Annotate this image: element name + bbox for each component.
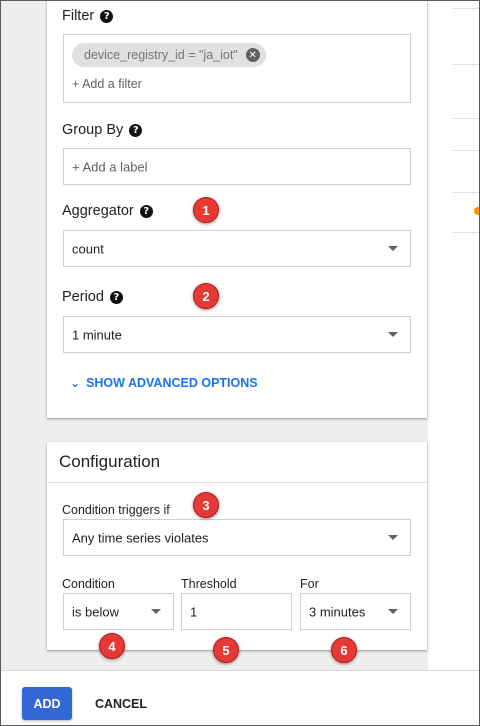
background-divider	[452, 192, 480, 193]
for-value: 3 minutes	[309, 604, 366, 619]
chevron-down-icon: ⌄	[70, 376, 81, 390]
footer-bar	[1, 670, 479, 725]
dropdown-arrow-icon	[388, 608, 398, 614]
add-filter-link[interactable]: + Add a filter	[72, 77, 142, 91]
dropdown-arrow-icon	[388, 245, 398, 251]
background-panel	[428, 0, 480, 670]
group-by-input[interactable]: + Add a label	[63, 148, 411, 185]
add-button[interactable]: ADD	[22, 687, 72, 720]
period-label: Period	[62, 289, 104, 305]
annotation-badge: 4	[99, 633, 125, 659]
aggregator-heading: Aggregator ?	[62, 203, 153, 219]
configuration-title: Configuration	[59, 452, 161, 471]
dropdown-arrow-icon	[388, 331, 398, 337]
group-by-label: Group By	[62, 122, 124, 138]
group-by-placeholder: + Add a label	[72, 159, 148, 174]
help-circle-icon[interactable]: ?	[100, 9, 114, 23]
background-divider	[452, 118, 480, 119]
annotation-badge: 5	[213, 637, 239, 663]
annotation-badge: 1	[193, 197, 219, 223]
filter-heading: Filter ?	[62, 8, 114, 24]
status-dot	[474, 207, 480, 215]
period-value: 1 minute	[72, 327, 122, 342]
show-advanced-options-button[interactable]: ⌄ SHOW ADVANCED OPTIONS	[70, 376, 258, 390]
background-divider	[452, 150, 480, 151]
condition-triggers-value: Any time series violates	[72, 530, 209, 545]
dropdown-arrow-icon	[151, 608, 161, 614]
condition-triggers-select[interactable]: Any time series violates	[63, 519, 411, 556]
condition-select[interactable]: is below	[63, 593, 174, 630]
background-divider	[452, 232, 480, 233]
background-divider	[452, 8, 480, 9]
configuration-divider	[47, 482, 427, 483]
aggregator-select[interactable]: count	[63, 230, 411, 267]
for-select[interactable]: 3 minutes	[300, 593, 411, 630]
annotation-badge: 6	[331, 637, 357, 663]
aggregator-label: Aggregator	[62, 203, 134, 219]
filter-chip-text: device_registry_id = "ja_iot"	[84, 48, 238, 62]
group-by-heading: Group By ?	[62, 122, 143, 138]
filter-chip[interactable]: device_registry_id = "ja_iot" ✕	[72, 43, 266, 67]
show-advanced-options-label: SHOW ADVANCED OPTIONS	[86, 376, 258, 390]
dropdown-arrow-icon	[388, 534, 398, 540]
period-select[interactable]: 1 minute	[63, 316, 411, 353]
annotation-badge: 3	[193, 492, 219, 518]
filter-field[interactable]: device_registry_id = "ja_iot" ✕ + Add a …	[63, 34, 411, 103]
period-heading: Period ?	[62, 289, 123, 305]
aggregator-value: count	[72, 241, 104, 256]
threshold-input[interactable]: 1	[181, 593, 292, 630]
close-circle-icon[interactable]: ✕	[245, 48, 260, 62]
annotation-badge: 2	[193, 283, 219, 309]
threshold-value: 1	[190, 604, 198, 619]
help-circle-icon[interactable]: ?	[109, 290, 123, 304]
help-circle-icon[interactable]: ?	[129, 123, 143, 137]
background-divider	[452, 64, 480, 65]
condition-label: Condition	[62, 577, 115, 591]
for-label: For	[300, 577, 319, 591]
condition-triggers-label: Condition triggers if	[62, 503, 170, 517]
condition-value: is below	[72, 604, 119, 619]
cancel-button[interactable]: CANCEL	[88, 687, 154, 720]
help-circle-icon[interactable]: ?	[139, 204, 153, 218]
filter-label: Filter	[62, 8, 95, 24]
threshold-label: Threshold	[181, 577, 237, 591]
